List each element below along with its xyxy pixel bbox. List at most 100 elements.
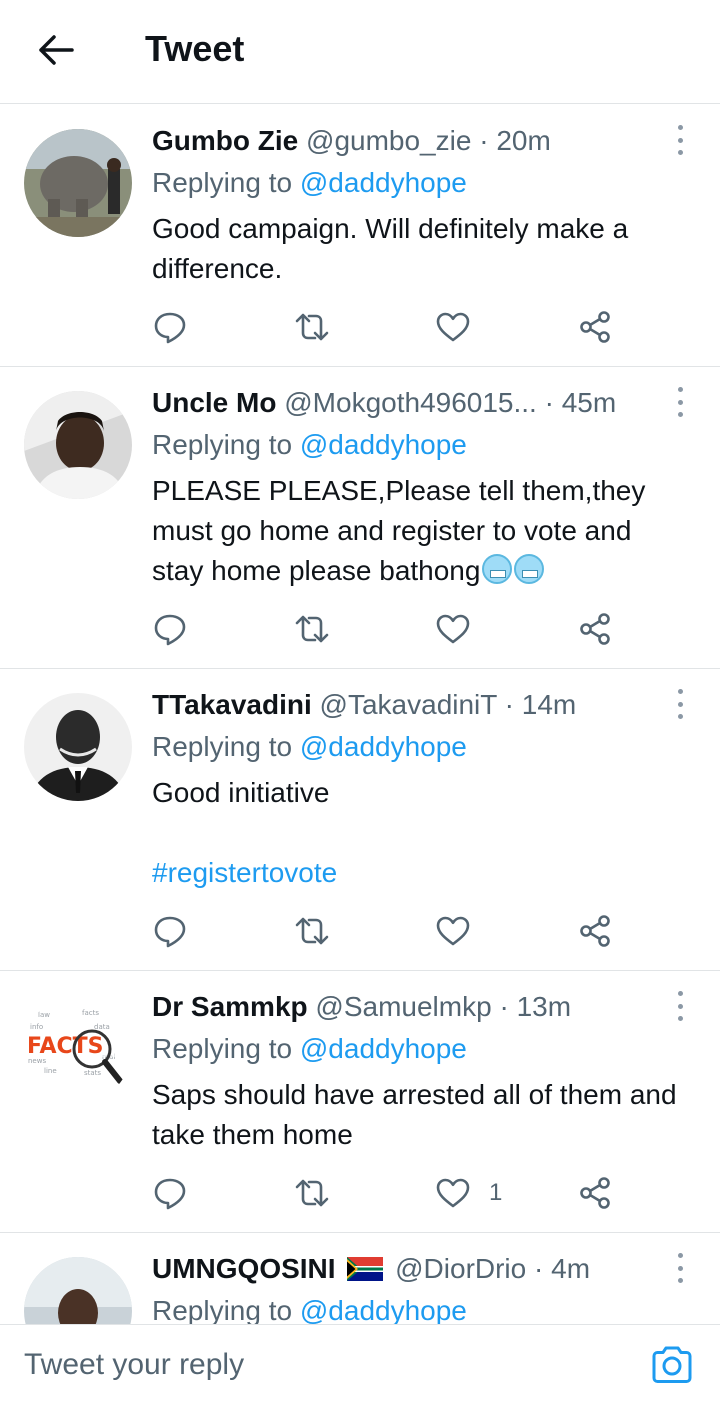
display-name[interactable]: Gumbo Zie (152, 125, 298, 156)
user-handle[interactable]: @Mokgoth496015... (284, 387, 537, 418)
cold-face-emoji (482, 554, 513, 584)
reply-button[interactable] (152, 609, 188, 649)
avatar[interactable] (24, 391, 132, 499)
avatar[interactable] (24, 693, 132, 801)
replying-to: Replying to @daddyhope (152, 1031, 467, 1067)
avatar[interactable] (24, 1257, 132, 1324)
retweet-button[interactable] (294, 609, 330, 649)
like-button[interactable] (435, 911, 489, 951)
tweet-actions (152, 307, 622, 347)
separator-dot: · (499, 991, 509, 1022)
mention-link[interactable]: @daddyhope (300, 429, 467, 460)
camera-icon[interactable] (650, 1343, 694, 1387)
like-count: 1 (489, 1179, 503, 1206)
like-button[interactable] (435, 609, 489, 649)
tweet-actions (152, 911, 622, 951)
heart-icon (436, 1178, 470, 1208)
avatar[interactable]: lawfacts infodata newsreal linestats FAC… (24, 995, 132, 1103)
replying-prefix: Replying to (152, 1033, 293, 1064)
retweet-icon (295, 313, 329, 341)
separator-dot: · (544, 387, 554, 418)
reply-icon (154, 916, 186, 948)
separator-dot: · (504, 689, 514, 720)
more-vertical-icon[interactable] (672, 991, 688, 1021)
mention-link[interactable]: @daddyhope (300, 1033, 467, 1064)
separator-dot: · (534, 1253, 544, 1284)
retweet-button[interactable] (294, 307, 330, 347)
replying-to: Replying to @daddyhope (152, 729, 467, 765)
svg-text:line: line (44, 1067, 57, 1075)
reply-icon (154, 312, 186, 344)
replying-prefix: Replying to (152, 731, 293, 762)
retweet-icon (295, 917, 329, 945)
tweet-text: PLEASE PLEASE,Please tell them,they must… (152, 475, 646, 586)
reply-button[interactable] (152, 1173, 188, 1213)
user-handle[interactable]: @Samuelmkp (315, 991, 491, 1022)
more-vertical-icon[interactable] (672, 689, 688, 719)
tweet-item[interactable]: TTakavadini @TakavadiniT · 14m Replying … (0, 669, 720, 971)
tweet-item[interactable]: Uncle Mo @Mokgoth496015... · 45m Replyin… (0, 367, 720, 669)
tweet-header: Dr Sammkp @Samuelmkp · 13m (152, 989, 656, 1025)
more-vertical-icon[interactable] (672, 387, 688, 417)
heart-icon (436, 312, 470, 342)
heart-icon (436, 614, 470, 644)
user-handle[interactable]: @DiorDrio (395, 1253, 526, 1284)
timestamp[interactable]: 13m (517, 991, 571, 1022)
share-button[interactable] (577, 609, 613, 649)
reply-input[interactable] (24, 1325, 624, 1404)
timestamp[interactable]: 20m (496, 125, 550, 156)
svg-text:stats: stats (84, 1069, 101, 1077)
reply-button[interactable] (152, 307, 188, 347)
avatar[interactable] (24, 129, 132, 237)
tweet-item[interactable]: Gumbo Zie @gumbo_zie · 20m Replying to @… (0, 105, 720, 367)
tweet-item[interactable]: UMNGQOSINI @DiorDrio · 4m Replying to @d… (0, 1233, 720, 1324)
display-name[interactable]: Uncle Mo (152, 387, 276, 418)
more-vertical-icon[interactable] (672, 125, 688, 155)
replying-to: Replying to @daddyhope (152, 427, 467, 463)
like-button[interactable]: 1 (435, 1173, 502, 1213)
replying-prefix: Replying to (152, 1295, 293, 1324)
display-name[interactable]: TTakavadini (152, 689, 312, 720)
tweet-header: Gumbo Zie @gumbo_zie · 20m (152, 123, 656, 159)
timestamp[interactable]: 4m (551, 1253, 590, 1284)
tweet-item[interactable]: lawfacts infodata newsreal linestats FAC… (0, 971, 720, 1233)
tweet-actions (152, 609, 622, 649)
share-button[interactable] (577, 1173, 613, 1213)
back-arrow-icon[interactable] (36, 30, 76, 70)
tweet-text: Good campaign. Will definitely make a di… (152, 213, 629, 284)
separator-dot: · (479, 125, 489, 156)
replies-feed[interactable]: Gumbo Zie @gumbo_zie · 20m Replying to @… (0, 105, 720, 1324)
display-name[interactable]: UMNGQOSINI (152, 1253, 336, 1284)
mention-link[interactable]: @daddyhope (300, 731, 467, 762)
share-button[interactable] (577, 911, 613, 951)
tweet-actions: 1 (152, 1173, 622, 1213)
display-name[interactable]: Dr Sammkp (152, 991, 308, 1022)
replying-to: Replying to @daddyhope (152, 1293, 467, 1324)
replying-to: Replying to @daddyhope (152, 165, 467, 201)
retweet-button[interactable] (294, 911, 330, 951)
tweet-text: Good initiative (152, 777, 330, 808)
hashtag-link[interactable]: #registertovote (152, 853, 682, 893)
user-handle[interactable]: @TakavadiniT (320, 689, 497, 720)
timestamp[interactable]: 14m (522, 689, 576, 720)
svg-text:law: law (38, 1011, 50, 1019)
reply-icon (154, 1178, 186, 1210)
svg-text:facts: facts (82, 1009, 99, 1017)
share-icon (580, 915, 610, 947)
heart-icon (436, 916, 470, 946)
tweet-header: TTakavadini @TakavadiniT · 14m (152, 687, 656, 723)
timestamp[interactable]: 45m (562, 387, 616, 418)
mention-link[interactable]: @daddyhope (300, 167, 467, 198)
share-button[interactable] (577, 307, 613, 347)
more-vertical-icon[interactable] (672, 1253, 688, 1283)
user-handle[interactable]: @gumbo_zie (306, 125, 471, 156)
tweet-header: UMNGQOSINI @DiorDrio · 4m (152, 1251, 656, 1287)
like-button[interactable] (435, 307, 489, 347)
tweet-header: Uncle Mo @Mokgoth496015... · 45m (152, 385, 656, 421)
retweet-button[interactable] (294, 1173, 330, 1213)
replying-prefix: Replying to (152, 167, 293, 198)
mention-link[interactable]: @daddyhope (300, 1295, 467, 1324)
svg-text:data: data (94, 1023, 110, 1031)
reply-button[interactable] (152, 911, 188, 951)
reply-bar (0, 1324, 720, 1404)
